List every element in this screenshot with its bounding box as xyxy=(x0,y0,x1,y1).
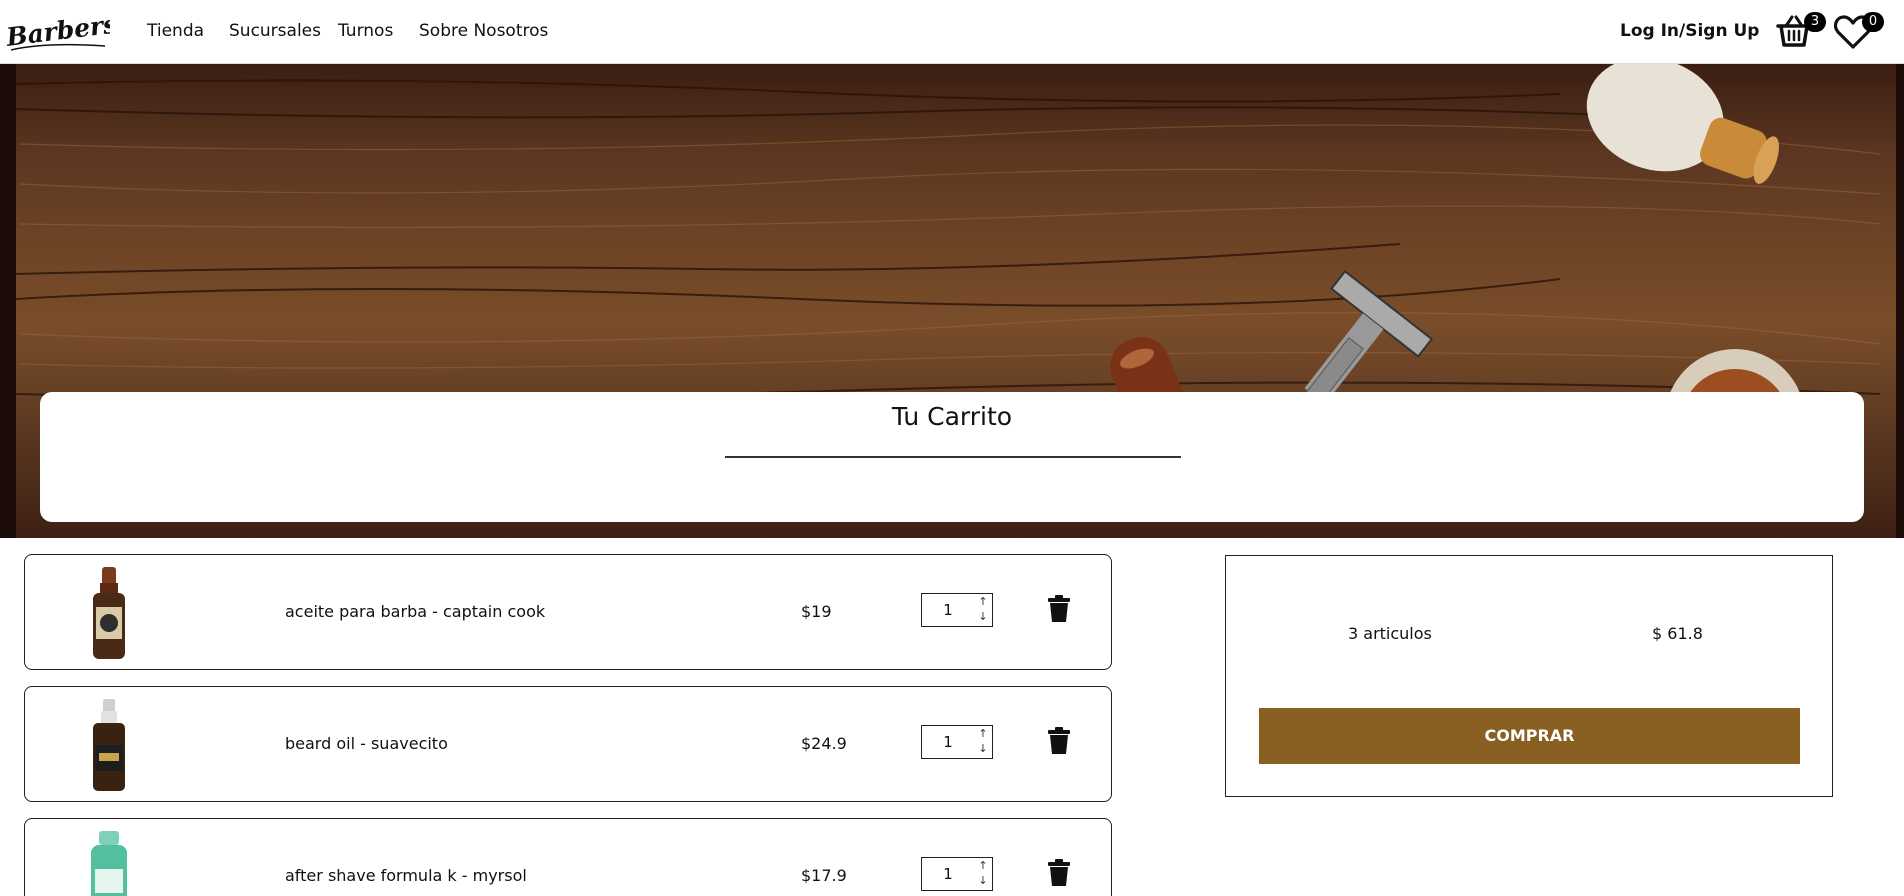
nav-link-turnos[interactable]: Turnos xyxy=(338,21,393,41)
summary-total: $ 61.8 xyxy=(1652,624,1703,643)
trash-icon[interactable] xyxy=(1047,727,1071,755)
quantity-value[interactable]: 1 xyxy=(922,601,974,619)
item-name: beard oil - suavecito xyxy=(285,734,448,753)
product-image-after-shave-myrsol xyxy=(91,831,127,896)
stepper-arrows-icon[interactable]: ↑ ↓ xyxy=(976,594,990,626)
item-price: $17.9 xyxy=(801,866,847,885)
barbershop-logo[interactable]: Barbershop xyxy=(5,8,110,56)
stepper-arrows-icon[interactable]: ↑ ↓ xyxy=(976,726,990,758)
stepper-arrows-icon[interactable]: ↑ ↓ xyxy=(976,858,990,890)
nav-link-sucursales[interactable]: Sucursales xyxy=(229,21,321,41)
cart-item: beard oil - suavecito $24.9 1 ↑ ↓ xyxy=(24,686,1112,802)
item-name: after shave formula k - myrsol xyxy=(285,866,527,885)
page-title: Tu Carrito xyxy=(891,402,1013,431)
summary-item-count: 3 articulos xyxy=(1348,624,1432,643)
wishlist-count-badge: 0 xyxy=(1862,12,1884,32)
quantity-stepper[interactable]: 1 ↑ ↓ xyxy=(921,593,993,627)
cart-count-badge: 3 xyxy=(1804,12,1826,32)
quantity-stepper[interactable]: 1 ↑ ↓ xyxy=(921,725,993,759)
product-image-beard-oil-captain-cook xyxy=(93,567,125,659)
quantity-stepper[interactable]: 1 ↑ ↓ xyxy=(921,857,993,891)
order-summary: 3 articulos $ 61.8 COMPRAR xyxy=(1225,555,1833,797)
login-signup-link[interactable]: Log In/Sign Up xyxy=(1620,21,1759,41)
quantity-value[interactable]: 1 xyxy=(922,733,974,751)
navbar: Barbershop Tienda Sucursales Turnos Sobr… xyxy=(0,0,1904,64)
hero-right-edge xyxy=(1896,64,1904,538)
product-image-beard-oil-suavecito xyxy=(93,699,125,791)
item-price: $19 xyxy=(801,602,832,621)
title-divider xyxy=(725,456,1181,458)
item-name: aceite para barba - captain cook xyxy=(285,602,546,621)
hero-left-edge xyxy=(0,64,16,538)
nav-link-sobre-nosotros[interactable]: Sobre Nosotros xyxy=(419,21,548,41)
buy-button[interactable]: COMPRAR xyxy=(1259,708,1800,764)
nav-link-tienda[interactable]: Tienda xyxy=(147,21,204,41)
quantity-value[interactable]: 1 xyxy=(922,865,974,883)
cart-item: after shave formula k - myrsol $17.9 1 ↑… xyxy=(24,818,1112,896)
trash-icon[interactable] xyxy=(1047,859,1071,887)
item-price: $24.9 xyxy=(801,734,847,753)
cart-item: aceite para barba - captain cook $19 1 ↑… xyxy=(24,554,1112,670)
trash-icon[interactable] xyxy=(1047,595,1071,623)
